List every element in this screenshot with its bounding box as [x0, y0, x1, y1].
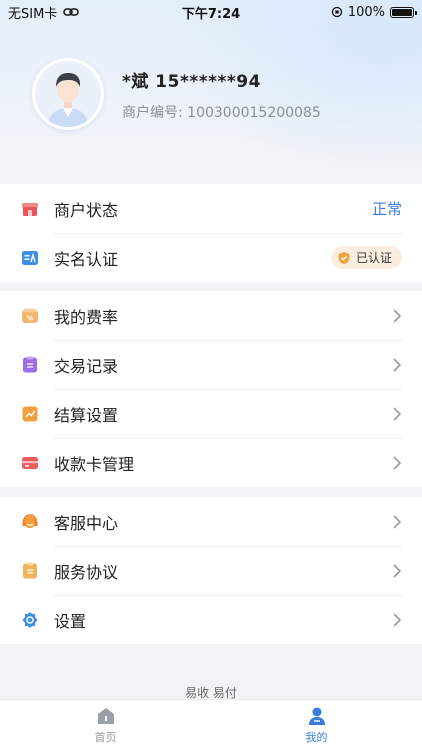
chevron-right-icon — [393, 455, 402, 470]
business-section: % 我的费率 交易记录 结算设置 收款卡管理 — [0, 291, 422, 487]
service-agreement-row[interactable]: 服务协议 — [0, 546, 422, 595]
chevron-right-icon — [393, 406, 402, 421]
my-rate-row[interactable]: % 我的费率 — [0, 291, 422, 340]
home-icon — [97, 707, 114, 724]
agreement-icon — [20, 561, 40, 581]
settlement-settings-row[interactable]: 结算设置 — [0, 389, 422, 438]
link-icon — [63, 8, 80, 16]
service-section: 客服中心 服务协议 设置 — [0, 497, 422, 644]
merchant-number: 商户编号: 100300015200085 — [122, 104, 321, 121]
chevron-right-icon — [393, 308, 402, 323]
transaction-record-row[interactable]: 交易记录 — [0, 340, 422, 389]
my-rate-label: 我的费率 — [54, 307, 119, 327]
record-icon — [20, 355, 40, 375]
user-icon — [308, 707, 325, 725]
settlement-settings-label: 结算设置 — [54, 405, 119, 425]
merchant-status-value: 正常 — [371, 200, 402, 218]
real-name-auth-label: 实名认证 — [54, 249, 119, 269]
customer-service-row[interactable]: 客服中心 — [0, 497, 422, 546]
tab-mine-label: 我的 — [305, 730, 328, 744]
gear-icon — [20, 610, 40, 630]
carrier-text: 无SIM卡 — [8, 6, 58, 22]
tab-mine[interactable]: 我的 — [211, 700, 422, 750]
profile-header: *斌 15******94 商户编号: 100300015200085 — [32, 58, 321, 130]
orientation-lock-icon — [331, 6, 342, 18]
shop-icon — [20, 199, 40, 219]
battery-percent: 100% — [347, 4, 385, 20]
bottom-tab-bar: 首页 我的 — [0, 699, 422, 750]
tab-home[interactable]: 首页 — [0, 700, 211, 750]
rate-icon: % — [20, 306, 40, 326]
card-management-label: 收款卡管理 — [54, 454, 135, 474]
settings-label: 设置 — [54, 611, 87, 631]
real-name-auth-row[interactable]: 实名认证 已认证 — [0, 233, 422, 282]
chevron-right-icon — [393, 612, 402, 627]
status-bar: 无SIM卡 下午7:24 100% — [0, 0, 422, 24]
user-name: *斌 15******94 — [122, 71, 261, 92]
headset-icon — [20, 512, 40, 532]
verified-badge: 已认证 — [330, 246, 402, 269]
tab-home-label: 首页 — [94, 730, 117, 744]
verified-shield-icon — [338, 251, 350, 264]
settlement-icon — [20, 404, 40, 424]
settings-row[interactable]: 设置 — [0, 595, 422, 644]
verified-text: 已认证 — [355, 251, 392, 265]
battery-icon — [390, 6, 417, 18]
merchant-status-row[interactable]: 商户状态 正常 — [0, 184, 422, 233]
status-section: 商户状态 正常 实名认证 已认证 — [0, 184, 422, 282]
merchant-status-label: 商户状态 — [54, 200, 119, 220]
card-icon — [20, 453, 40, 473]
id-card-icon — [20, 248, 40, 268]
chevron-right-icon — [393, 514, 402, 529]
card-management-row[interactable]: 收款卡管理 — [0, 438, 422, 487]
service-agreement-label: 服务协议 — [54, 562, 119, 582]
chevron-right-icon — [393, 357, 402, 372]
chevron-right-icon — [393, 563, 402, 578]
customer-service-label: 客服中心 — [54, 513, 119, 533]
avatar[interactable] — [32, 58, 104, 130]
svg-text:%: % — [26, 314, 33, 322]
transaction-record-label: 交易记录 — [54, 356, 119, 376]
